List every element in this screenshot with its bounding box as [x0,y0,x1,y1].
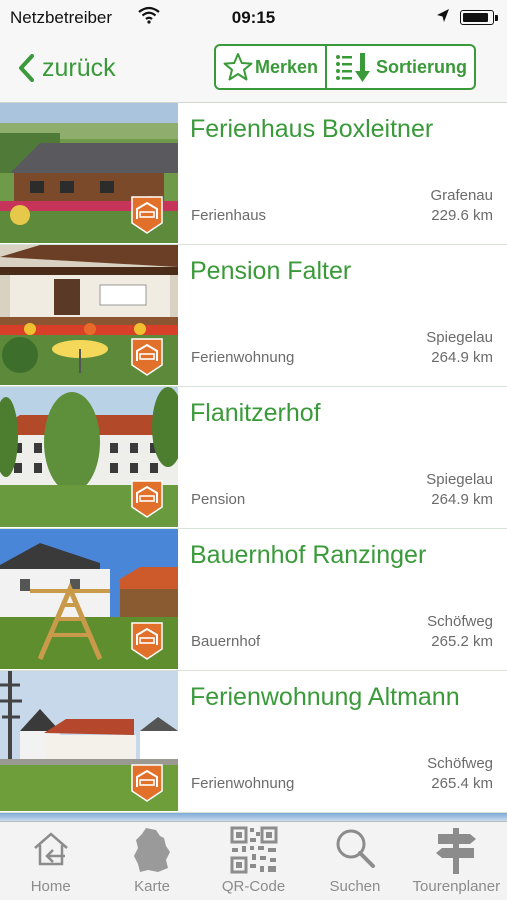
listing-category: Ferienhaus [191,207,267,224]
chevron-left-icon [19,54,34,82]
listing-row[interactable]: Flanitzerhof Spiegelau 264.9 km Pension [0,387,507,529]
listing-distance: 264.9 km [431,491,493,508]
star-icon [223,53,253,81]
listing-place: Spiegelau [426,329,493,346]
tab-label: Suchen [329,878,381,895]
sort-label: Sortierung [375,56,467,77]
tab-label: Home [30,878,71,895]
home-icon [33,832,68,866]
back-button-label: zurück [42,53,116,82]
listing-category: Bauernhof [191,633,261,650]
merken-label: Merken [254,56,319,77]
listing-place: Spiegelau [426,471,493,488]
listing-distance: 265.2 km [431,633,493,650]
listing-distance: 264.9 km [431,349,493,366]
tab-home[interactable]: Home [0,822,101,900]
listing-title: Ferienwohnung Altmann [190,683,460,711]
tab-suchen[interactable]: Suchen [304,822,405,900]
tab-karte[interactable]: Karte [101,822,202,900]
battery-fill [463,13,489,22]
next-listing-peek [0,813,507,821]
listing-title: Pension Falter [190,257,352,285]
accommodation-badge-icon [131,480,163,518]
accommodation-badge-icon [131,764,163,802]
map-germany-icon [134,828,171,872]
accommodation-badge-icon [131,622,163,660]
tab-label: QR-Code [221,878,286,895]
listing-title: Flanitzerhof [190,399,321,427]
qr-code-icon [230,826,278,874]
listing-category: Ferienwohnung [191,775,295,792]
tab-bar: Home Karte QR-Code Suchen Tourenplaner [0,821,507,900]
sort-button[interactable]: Sortierung [327,46,474,88]
tab-qr-code[interactable]: QR-Code [203,822,304,900]
listing-row[interactable]: Ferienwohnung Altmann Schöfweg 265.4 km … [0,671,507,813]
listing-place: Schöfweg [427,613,493,630]
merken-button[interactable]: Merken [216,46,327,88]
listing-list: Ferienhaus Boxleitner Grafenau 229.6 km … [0,103,507,813]
sort-list-icon [335,53,370,82]
toolbar-segmented-control: Merken Sortierung [214,44,476,90]
listing-title: Ferienhaus Boxleitner [190,115,434,143]
tab-tourenplaner[interactable]: Tourenplaner [406,822,507,900]
listing-row[interactable]: Pension Falter Spiegelau 264.9 km Ferien… [0,245,507,387]
tab-label: Tourenplaner [412,878,501,895]
listing-row[interactable]: Bauernhof Ranzinger Schöfweg 265.2 km Ba… [0,529,507,671]
listing-row[interactable]: Ferienhaus Boxleitner Grafenau 229.6 km … [0,103,507,245]
back-button[interactable]: zurück [18,46,116,90]
accommodation-badge-icon [131,196,163,234]
battery-icon [460,10,498,25]
search-icon [336,829,375,868]
clock: 09:15 [231,8,276,27]
listing-place: Schöfweg [427,755,493,772]
listing-distance: 265.4 km [431,775,493,792]
location-arrow-icon [436,8,450,29]
listing-category: Ferienwohnung [191,349,295,366]
tab-label: Karte [134,878,171,895]
navigation-bar: zurück Merken Sortierung [0,36,507,103]
listing-title: Bauernhof Ranzinger [190,541,427,569]
status-bar: Netzbetreiber 09:15 [0,0,507,36]
signpost-icon [436,828,477,874]
listing-distance: 229.6 km [431,207,493,224]
accommodation-badge-icon [131,338,163,376]
listing-category: Pension [191,491,246,508]
listing-place: Grafenau [430,187,493,204]
